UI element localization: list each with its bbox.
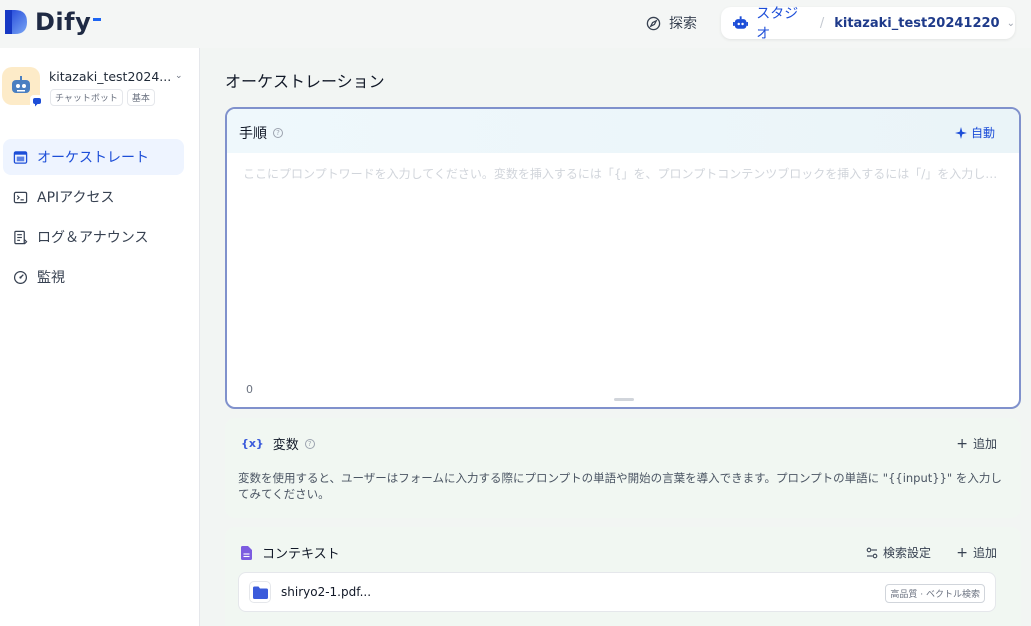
- app-type-tag: チャットボット: [50, 89, 123, 106]
- layout-icon: [13, 150, 28, 164]
- add-variable-button[interactable]: + 追加: [956, 435, 997, 452]
- sidebar-item-label: 監視: [37, 270, 65, 286]
- app-mode-tag: 基本: [126, 89, 155, 106]
- sidebar-item-label: オーケストレート: [37, 150, 149, 166]
- context-header: コンテキスト: [241, 543, 340, 562]
- app-title: kitazaki_test2024...: [49, 69, 172, 84]
- prompt-title: 手順 ?: [239, 123, 283, 143]
- current-app-name: kitazaki_test20241220: [834, 15, 1000, 31]
- app-info[interactable]: kitazaki_test2024... ⌄ チャットボット 基本: [2, 67, 198, 115]
- auto-label: 自動: [970, 126, 995, 140]
- sidebar-item-api-access[interactable]: APIアクセス: [3, 179, 184, 215]
- variables-header: {x} 変数 ?: [241, 434, 315, 453]
- file-name: shiryo2-1.pdf...: [281, 585, 372, 599]
- robot-avatar-icon: [12, 76, 30, 93]
- search-settings-button[interactable]: 検索設定: [866, 544, 931, 561]
- dify-logo[interactable]: Dify: [3, 8, 102, 36]
- char-count: 0: [246, 383, 253, 396]
- file-icon-box: [249, 581, 271, 603]
- compass-icon: [646, 16, 661, 30]
- breadcrumb-separator: /: [819, 15, 825, 31]
- help-circle-icon[interactable]: ?: [273, 128, 283, 138]
- logo-text: Dify: [35, 8, 92, 36]
- studio-app-switcher[interactable]: スタジオ / kitazaki_test20241220 ⌄: [721, 6, 1015, 42]
- variables-title: 変数: [272, 438, 299, 453]
- sidebar-item-label: APIアクセス: [37, 190, 115, 206]
- resize-handle[interactable]: [614, 398, 634, 401]
- add-label: 追加: [972, 437, 997, 451]
- auto-generate-button[interactable]: 自動: [954, 124, 995, 141]
- chevron-down-icon: ⌄: [1006, 17, 1015, 29]
- help-circle-icon[interactable]: ?: [304, 438, 315, 449]
- sidebar-item-logs[interactable]: ログ＆アナウンス: [3, 219, 184, 255]
- log-icon: [14, 230, 28, 244]
- top-header: Dify 探索 スタジオ / kitazaki_test20241220 ⌄: [0, 0, 1031, 48]
- context-card: コンテキスト 検索設定 + 追加 shiryo2-1.pdf... 高品質 · ベ…: [225, 527, 1021, 626]
- prompt-editor-card: 手順 ? 自動 ここにプロンプトワードを入力してください。変数を挿入するには「{…: [225, 107, 1021, 409]
- sidebar: kitazaki_test2024... ⌄ チャットボット 基本 オーケストレ…: [0, 48, 200, 626]
- sidebar-item-orchestrate[interactable]: オーケストレート: [3, 139, 184, 175]
- sparkle-icon: [954, 126, 967, 139]
- prompt-input[interactable]: ここにプロンプトワードを入力してください。変数を挿入するには「{」を、プロンプト…: [243, 165, 1005, 182]
- plus-icon: +: [956, 545, 968, 561]
- folder-icon: [252, 586, 268, 599]
- logo-underscore: [93, 17, 102, 21]
- context-title: コンテキスト: [262, 547, 340, 562]
- gauge-icon: [13, 270, 28, 284]
- variables-card: {x} 変数 ? + 追加 変数を使用すると、ユーザーはフォームに入力する際にプロ…: [225, 418, 1021, 518]
- document-icon: [241, 545, 252, 560]
- chat-bubble-icon: [33, 98, 41, 107]
- add-label: 追加: [972, 546, 997, 560]
- terminal-icon: [13, 191, 28, 203]
- add-context-button[interactable]: + 追加: [956, 544, 997, 561]
- explore-label: 探索: [669, 16, 697, 32]
- variable-icon: {x}: [241, 437, 264, 450]
- explore-link[interactable]: 探索: [646, 13, 697, 33]
- sidebar-nav: オーケストレート APIアクセス ログ＆アナウンス 監視: [3, 139, 184, 299]
- app-tags: チャットボット 基本: [50, 89, 155, 106]
- chatbot-badge: [30, 95, 44, 109]
- settings-sliders-icon: [866, 547, 878, 558]
- variables-description: 変数を使用すると、ユーザーはフォームに入力する際にプロンプトの単語や開始の言葉を…: [238, 471, 1002, 501]
- retrieval-mode-badge: 高品質 · ベクトル検索: [885, 584, 985, 603]
- sidebar-item-label: ログ＆アナウンス: [37, 230, 149, 246]
- prompt-title-label: 手順: [239, 126, 267, 142]
- dify-logo-mark-icon: [5, 10, 27, 34]
- page-title: オーケストレーション: [225, 72, 385, 91]
- robot-icon: [733, 16, 749, 29]
- chevron-down-icon[interactable]: ⌄: [175, 71, 183, 81]
- sidebar-item-monitoring[interactable]: 監視: [3, 259, 184, 295]
- studio-label: スタジオ: [756, 6, 799, 42]
- context-file-item[interactable]: shiryo2-1.pdf... 高品質 · ベクトル検索: [238, 572, 996, 612]
- plus-icon: +: [956, 436, 968, 452]
- search-settings-label: 検索設定: [882, 546, 931, 560]
